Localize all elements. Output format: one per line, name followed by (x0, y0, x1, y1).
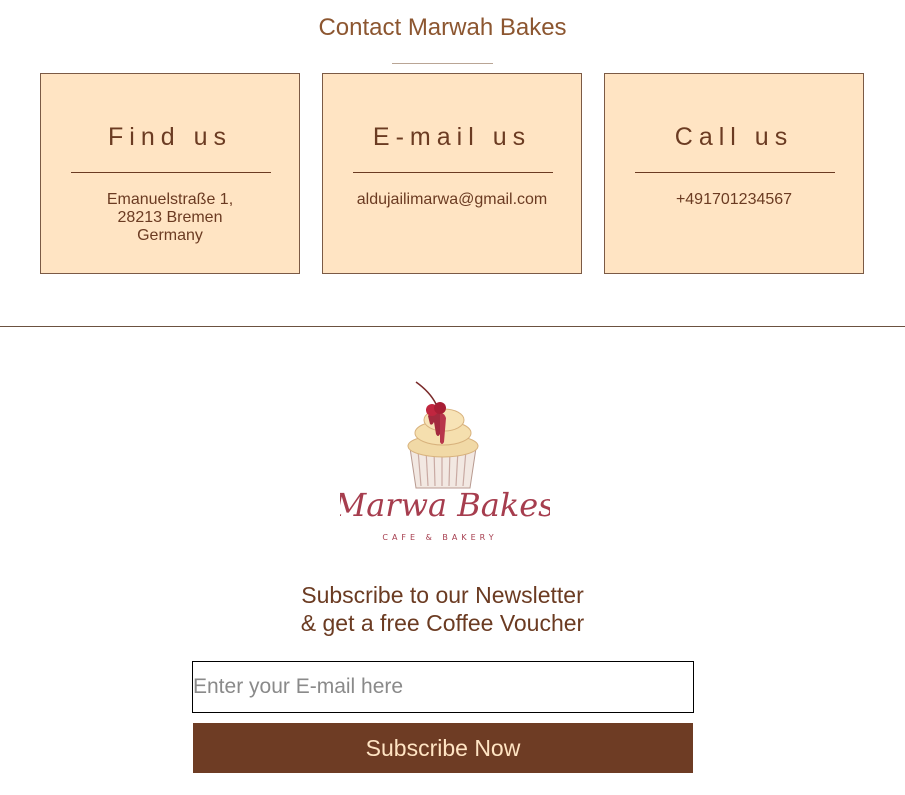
newsletter-line-1: Subscribe to our Newsletter (301, 582, 584, 608)
newsletter-line-2: & get a free Coffee Voucher (300, 610, 585, 636)
subscribe-button[interactable]: Subscribe Now (193, 723, 693, 773)
title-divider (392, 63, 493, 64)
email-text: aldujailimarwa@gmail.com (323, 191, 581, 209)
card-divider (71, 172, 271, 173)
card-divider (353, 172, 553, 173)
email-us-card: E-mail us aldujailimarwa@gmail.com (322, 73, 582, 274)
email-us-heading: E-mail us (372, 123, 532, 151)
phone-number: +491701234567 (675, 191, 793, 208)
card-divider (635, 172, 835, 173)
find-us-card: Find us Emanuelstraße 1, 28213 Bremen Ge… (40, 73, 300, 274)
marwa-bakes-logo: Marwa Bakes CAFE & BAKERY (340, 381, 550, 542)
address-city: 28213 Bremen (117, 209, 223, 226)
section-divider (0, 326, 905, 327)
address-text: Emanuelstraße 1, 28213 Bremen Germany (41, 191, 299, 245)
newsletter-email-input[interactable] (192, 661, 694, 713)
logo-tagline: CAFE & BAKERY (382, 533, 497, 542)
newsletter-heading: Subscribe to our Newsletter & get a free… (0, 581, 885, 637)
call-us-card: Call us +491701234567 (604, 73, 864, 274)
address-street: Emanuelstraße 1, (106, 191, 234, 208)
contact-title: Contact Marwah Bakes (318, 14, 567, 41)
find-us-heading: Find us (108, 123, 232, 151)
cupcake-icon (407, 381, 479, 489)
call-us-heading: Call us (674, 123, 794, 151)
address-country: Germany (137, 227, 203, 244)
logo-name: Marwa Bakes (340, 486, 550, 524)
phone-text: +491701234567 (605, 191, 863, 209)
email-address: aldujailimarwa@gmail.com (356, 191, 548, 208)
